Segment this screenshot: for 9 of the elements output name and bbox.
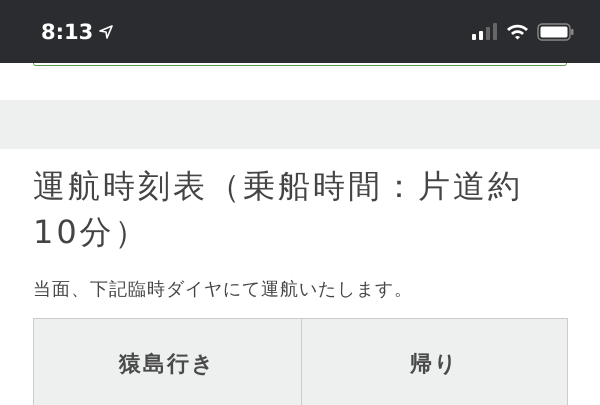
clock-time: 8:13 <box>41 20 94 44</box>
table-header-cell: 帰り <box>300 319 567 405</box>
location-arrow-icon <box>99 24 114 38</box>
notice-text: 当面、下記臨時ダイヤにて運航いたします。 <box>33 278 414 301</box>
signal-icon <box>472 23 498 40</box>
table-header-cell: 猿島行き <box>34 319 300 405</box>
battery-icon <box>537 22 574 40</box>
section-title: 運航時刻表（乗船時間：片道約10分） <box>33 166 524 253</box>
wifi-icon <box>506 23 529 40</box>
